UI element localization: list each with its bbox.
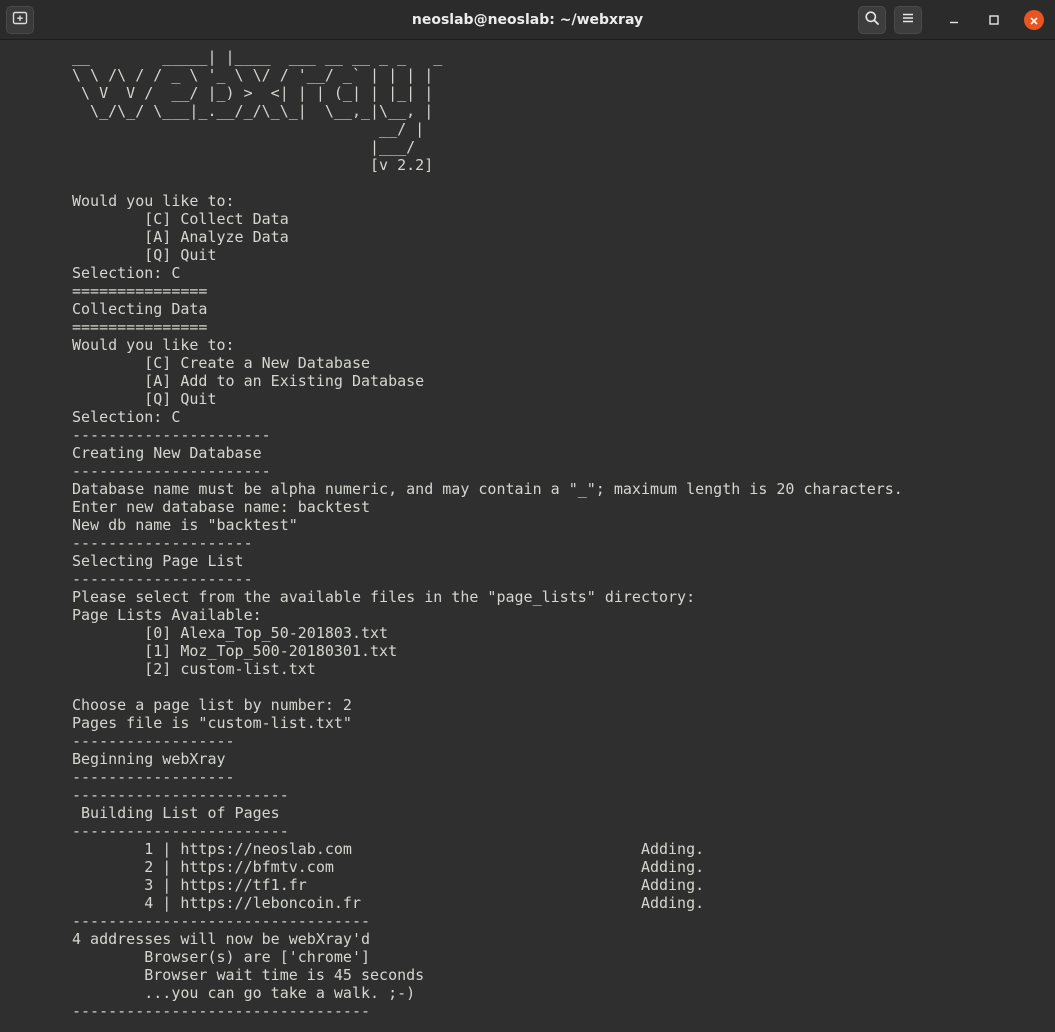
hamburger-menu-icon <box>900 10 916 30</box>
maximize-button[interactable] <box>984 10 1004 30</box>
minimize-button[interactable] <box>944 10 964 30</box>
terminal-area[interactable]: __ _____| |____ ___ __ __ _ _ _ \ \ /\ /… <box>0 40 1055 1032</box>
close-icon <box>1029 11 1039 30</box>
new-tab-icon <box>12 10 28 30</box>
menu-button[interactable] <box>894 6 922 34</box>
search-button[interactable] <box>858 6 886 34</box>
minimize-icon <box>948 11 960 30</box>
search-icon <box>864 10 880 30</box>
maximize-icon <box>988 11 1000 30</box>
title-bar[interactable]: neoslab@neoslab: ~/webxray <box>0 0 1055 40</box>
close-button[interactable] <box>1024 10 1044 30</box>
new-tab-button[interactable] <box>6 6 34 34</box>
terminal-window: neoslab@neoslab: ~/webxray __ _____| |__… <box>0 0 1055 1032</box>
terminal-output: __ _____| |____ ___ __ __ _ _ _ \ \ /\ /… <box>72 48 903 1020</box>
